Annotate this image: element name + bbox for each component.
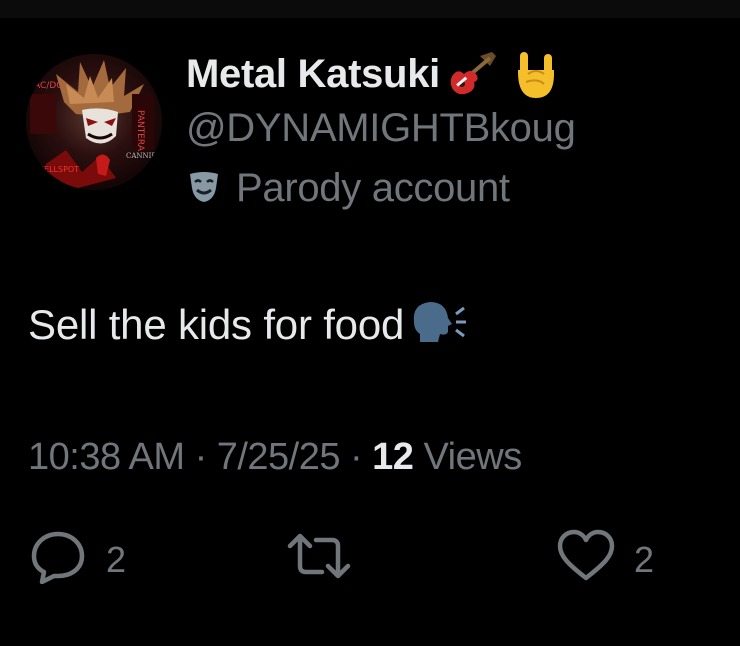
speaking-head-emoji [408, 296, 468, 354]
reply-button[interactable]: 2 [28, 530, 126, 590]
tweet-date[interactable]: 7/25/25 [217, 436, 341, 479]
reply-count: 2 [106, 539, 127, 580]
like-icon [556, 528, 616, 593]
retweet-icon [286, 528, 352, 593]
sign-of-horns-emoji [514, 48, 558, 100]
like-button[interactable]: 2 [556, 528, 655, 593]
tweet-body: Sell the kids for food [28, 301, 405, 348]
tweet-time[interactable]: 10:38 AM [28, 436, 185, 479]
parody-label: Parody account [236, 165, 510, 210]
svg-text:PANTERA: PANTERA [135, 110, 145, 152]
svg-text:CANNIBAL: CANNIBAL [126, 152, 162, 160]
retweet-button[interactable] [286, 530, 352, 590]
meta-separator: · [194, 436, 208, 478]
views-label: Views [423, 436, 523, 478]
author-handle[interactable]: @DYNAMIGHTBkoug [186, 106, 576, 151]
parody-badge: Parody account [186, 162, 510, 214]
avatar[interactable]: AC/DC PANTERA HELLSPOT CANNIBAL [26, 54, 162, 190]
svg-text:HELLSPOT: HELLSPOT [38, 165, 79, 174]
guitar-emoji [446, 50, 498, 98]
meta-separator: · [350, 436, 363, 478]
svg-text:AC/DC: AC/DC [34, 81, 63, 91]
reply-icon [28, 528, 88, 593]
views-count: 12 [372, 436, 414, 478]
tweet-text: Sell the kids for food [28, 296, 468, 354]
display-name[interactable]: Metal Katsuki [186, 52, 440, 97]
tweet-actions: 2 2 [0, 528, 740, 593]
tweet-meta: 10:38 AM · 7/25/25 · 12 Views [28, 436, 522, 479]
parody-mask-icon [186, 168, 222, 209]
author-name-row[interactable]: Metal Katsuki [186, 46, 558, 102]
tweet: AC/DC PANTERA HELLSPOT CANNIBAL Metal Ka… [0, 0, 740, 646]
like-count: 2 [634, 539, 655, 580]
